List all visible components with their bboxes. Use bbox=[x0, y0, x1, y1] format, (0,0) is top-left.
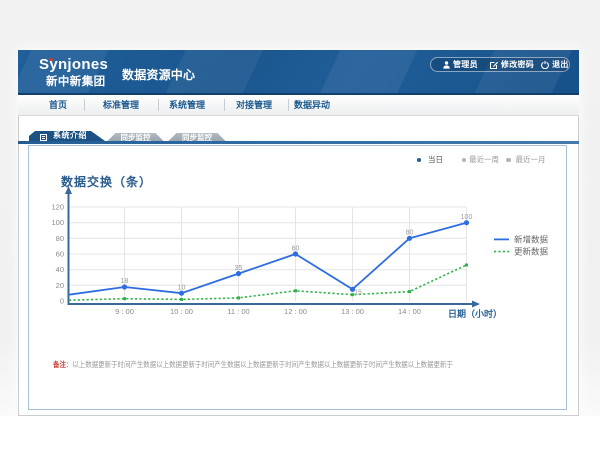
svg-text:11 : 00: 11 : 00 bbox=[227, 307, 249, 316]
svg-text:18: 18 bbox=[121, 278, 129, 285]
svg-text:80: 80 bbox=[406, 230, 414, 237]
svg-text:14 : 00: 14 : 00 bbox=[398, 307, 421, 316]
svg-text:40: 40 bbox=[56, 265, 64, 274]
svg-text:更新数据: 更新数据 bbox=[514, 247, 549, 257]
svg-text:日期（小时）: 日期（小时） bbox=[448, 308, 502, 319]
svg-text:9 : 00: 9 : 00 bbox=[115, 307, 134, 316]
svg-text:12 : 00: 12 : 00 bbox=[284, 307, 307, 316]
svg-text:80: 80 bbox=[56, 234, 64, 243]
svg-text:60: 60 bbox=[56, 250, 64, 259]
svg-text:60: 60 bbox=[292, 246, 300, 253]
svg-text:35: 35 bbox=[235, 265, 243, 272]
svg-text:120: 120 bbox=[51, 203, 64, 212]
svg-text:100: 100 bbox=[51, 218, 64, 227]
svg-text:20: 20 bbox=[56, 281, 64, 290]
svg-text:0: 0 bbox=[60, 297, 64, 306]
svg-text:15: 15 bbox=[354, 290, 362, 297]
svg-text:10 : 00: 10 : 00 bbox=[170, 307, 193, 316]
svg-text:新增数据: 新增数据 bbox=[514, 234, 549, 244]
svg-text:10: 10 bbox=[178, 285, 186, 292]
svg-text:100: 100 bbox=[461, 214, 473, 221]
svg-text:13 : 00: 13 : 00 bbox=[341, 307, 364, 316]
